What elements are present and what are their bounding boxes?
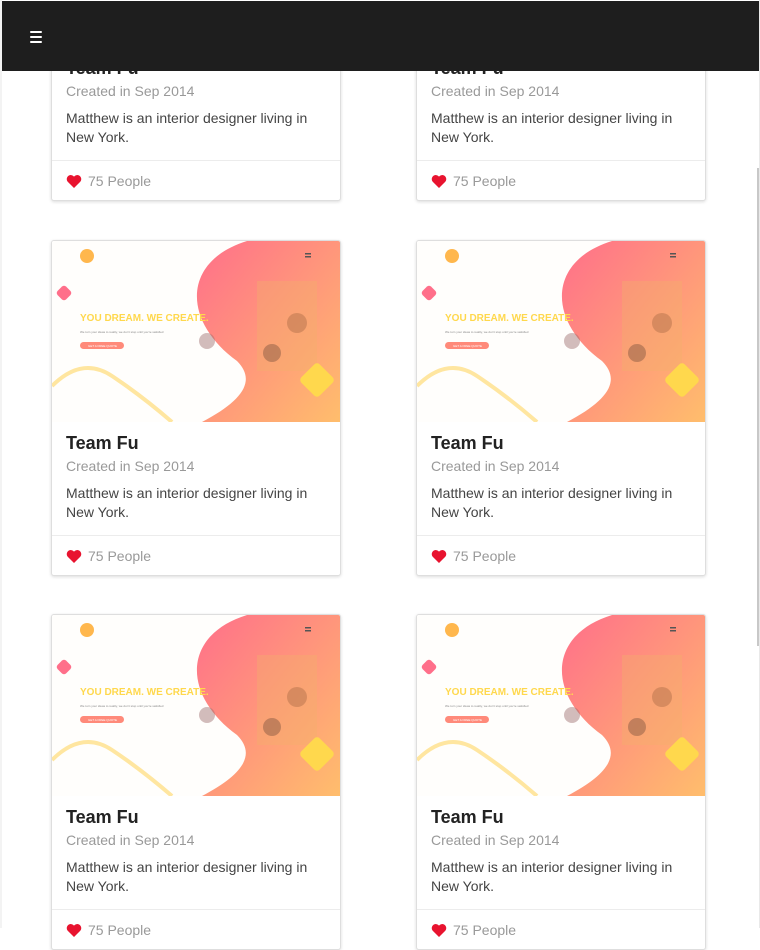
page-left-edge — [0, 0, 2, 928]
website-preview-image: YOU DREAM. WE CREATE. We turn your ideas… — [52, 615, 340, 796]
project-card[interactable]: YOU DREAM. WE CREATE. We turn your ideas… — [51, 240, 341, 576]
card-subtitle: Created in Sep 2014 — [431, 832, 560, 848]
card-title[interactable]: Team Fu — [431, 433, 504, 454]
card-image[interactable]: YOU DREAM. WE CREATE. We turn your ideas… — [52, 615, 340, 796]
heart-icon — [431, 924, 447, 937]
heart-icon — [66, 175, 82, 188]
preview-headline: YOU DREAM. WE CREATE. — [80, 687, 209, 698]
likes-count: 75 People — [453, 173, 517, 189]
preview-tagline: We turn your ideas to reality, we don't … — [80, 704, 164, 708]
card-description: Matthew is an interior designer living i… — [431, 110, 673, 145]
project-card[interactable]: YOU DREAM. WE CREATE. We turn your ideas… — [51, 614, 341, 950]
heart-icon — [431, 175, 447, 188]
heart-icon — [431, 550, 447, 563]
heart-icon — [66, 550, 82, 563]
preview-cta: GET A FREE QUOTE — [453, 344, 482, 348]
card-description: Matthew is an interior designer living i… — [66, 110, 308, 145]
card-title[interactable]: Team Fu — [66, 433, 139, 454]
project-card[interactable]: YOU DREAM. WE CREATE. We turn your ideas… — [416, 614, 706, 950]
preview-cta: GET A FREE QUOTE — [88, 344, 117, 348]
card-image[interactable]: YOU DREAM. WE CREATE. We turn your ideas… — [417, 615, 705, 796]
card-description: Matthew is an interior designer living i… — [431, 859, 673, 894]
likes-count: 75 People — [453, 922, 517, 938]
card-subtitle: Created in Sep 2014 — [66, 458, 195, 474]
likes-count: 75 People — [88, 922, 152, 938]
hamburger-menu-icon[interactable] — [29, 29, 45, 45]
preview-headline: YOU DREAM. WE CREATE. — [80, 313, 209, 324]
likes-button[interactable]: 75 People — [431, 173, 516, 189]
preview-cta: GET A FREE QUOTE — [453, 718, 482, 722]
preview-tagline: We turn your ideas to reality, we don't … — [445, 330, 529, 334]
likes-count: 75 People — [453, 548, 517, 564]
heart-icon — [66, 924, 82, 937]
preview-cta: GET A FREE QUOTE — [88, 718, 117, 722]
card-divider — [417, 160, 705, 161]
card-divider — [417, 909, 705, 910]
card-title[interactable]: Team Fu — [66, 807, 139, 828]
likes-button[interactable]: 75 People — [66, 173, 151, 189]
likes-button[interactable]: 75 People — [431, 548, 516, 564]
card-divider — [52, 909, 340, 910]
preview-headline: YOU DREAM. WE CREATE. — [445, 687, 574, 698]
card-description: Matthew is an interior designer living i… — [431, 485, 673, 520]
card-subtitle: Created in Sep 2014 — [431, 83, 560, 99]
card-image[interactable]: YOU DREAM. WE CREATE. We turn your ideas… — [417, 241, 705, 422]
website-preview-image: YOU DREAM. WE CREATE. We turn your ideas… — [52, 241, 340, 422]
likes-button[interactable]: 75 People — [66, 548, 151, 564]
preview-headline: YOU DREAM. WE CREATE. — [445, 313, 574, 324]
card-divider — [417, 535, 705, 536]
website-preview-image: YOU DREAM. WE CREATE. We turn your ideas… — [417, 615, 705, 796]
card-divider — [52, 535, 340, 536]
card-image[interactable]: YOU DREAM. WE CREATE. We turn your ideas… — [52, 241, 340, 422]
website-preview-image: YOU DREAM. WE CREATE. We turn your ideas… — [417, 241, 705, 422]
top-navbar — [2, 1, 759, 71]
card-divider — [52, 160, 340, 161]
preview-tagline: We turn your ideas to reality, we don't … — [445, 704, 529, 708]
card-subtitle: Created in Sep 2014 — [66, 83, 195, 99]
likes-button[interactable]: 75 People — [431, 922, 516, 938]
preview-tagline: We turn your ideas to reality, we don't … — [80, 330, 164, 334]
likes-button[interactable]: 75 People — [66, 922, 151, 938]
card-title[interactable]: Team Fu — [431, 807, 504, 828]
card-description: Matthew is an interior designer living i… — [66, 859, 308, 894]
likes-count: 75 People — [88, 548, 152, 564]
card-subtitle: Created in Sep 2014 — [431, 458, 560, 474]
card-description: Matthew is an interior designer living i… — [66, 485, 308, 520]
card-subtitle: Created in Sep 2014 — [66, 832, 195, 848]
project-card[interactable]: YOU DREAM. WE CREATE. We turn your ideas… — [416, 240, 706, 576]
likes-count: 75 People — [88, 173, 152, 189]
